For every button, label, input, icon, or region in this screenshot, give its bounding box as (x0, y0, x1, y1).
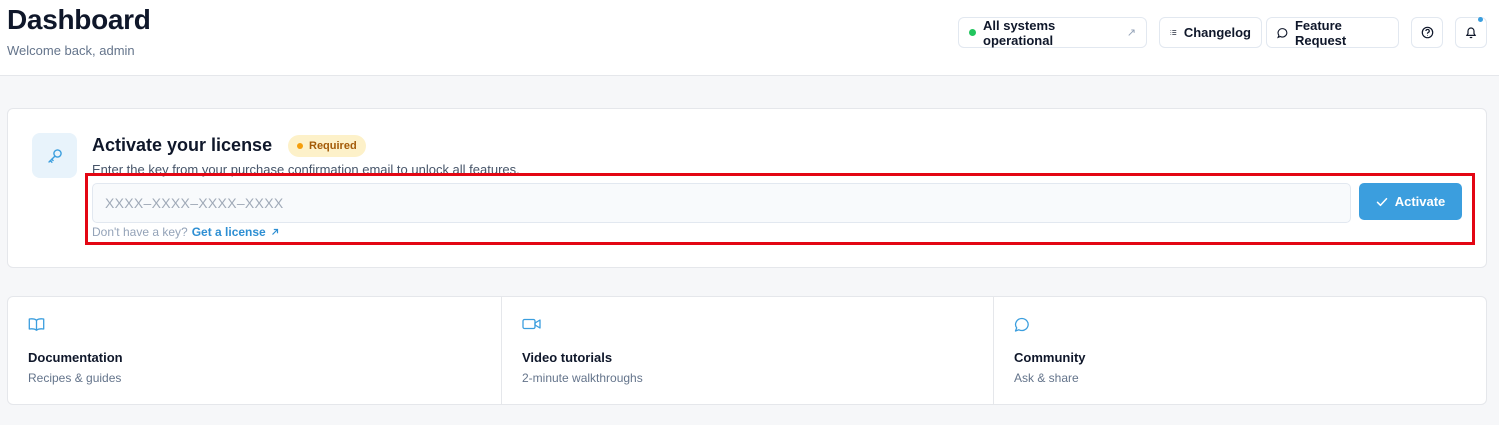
resource-title: Video tutorials (522, 350, 613, 365)
required-badge: Required (288, 135, 366, 157)
get-license-label: Get a license (191, 225, 266, 239)
help-button[interactable] (1411, 17, 1443, 48)
resource-community[interactable]: Community Ask & share (994, 297, 1486, 404)
notifications-button[interactable] (1455, 17, 1487, 48)
activate-button-label: Activate (1394, 194, 1446, 209)
license-key-input[interactable] (92, 183, 1351, 223)
required-badge-label: Required (309, 140, 357, 152)
resource-video-tutorials[interactable]: Video tutorials 2-minute walkthroughs (502, 297, 994, 404)
resources-card: Documentation Recipes & guides Video tut… (7, 296, 1487, 405)
resource-subtitle: 2-minute walkthroughs (522, 371, 643, 385)
external-link-icon (271, 228, 278, 235)
book-icon (28, 318, 45, 331)
list-icon (1170, 30, 1177, 35)
chat-bubble-icon (1277, 27, 1288, 38)
feature-request-button[interactable]: Feature Request (1266, 17, 1399, 48)
activate-button[interactable]: Activate (1359, 183, 1462, 220)
resource-documentation[interactable]: Documentation Recipes & guides (8, 297, 502, 404)
license-card: Activate your license Required Enter the… (7, 108, 1487, 268)
key-tile (32, 133, 77, 178)
notification-dot-icon (1478, 17, 1483, 22)
question-circle-icon (1421, 26, 1433, 39)
page-subtitle: Welcome back, admin (7, 43, 135, 58)
license-card-title: Activate your license (92, 135, 273, 155)
no-key-text: Don't have a key? (92, 225, 188, 239)
page-title: Dashboard (7, 4, 151, 35)
resource-title: Documentation (28, 350, 123, 365)
resource-subtitle: Ask & share (1014, 371, 1079, 385)
system-status-label: All systems operational (983, 17, 1056, 48)
resource-subtitle: Recipes & guides (28, 371, 122, 385)
license-card-description: Enter the key from your purchase confirm… (92, 162, 520, 177)
get-license-row: Don't have a key? Get a license (92, 225, 279, 239)
changelog-button[interactable]: Changelog (1159, 17, 1262, 48)
bell-icon (1465, 27, 1477, 39)
check-icon (1376, 197, 1387, 206)
external-link-icon: ↗ (1126, 27, 1136, 39)
required-dot-icon (297, 143, 303, 149)
status-dot-icon (969, 29, 976, 36)
changelog-label: Changelog (1183, 25, 1251, 40)
feature-request-label: Feature Request (1294, 17, 1347, 48)
video-icon (522, 318, 541, 330)
resource-title: Community (1014, 350, 1086, 365)
system-status-button[interactable]: All systems operational ↗ (958, 17, 1147, 48)
get-license-link[interactable]: Get a license (192, 225, 279, 239)
top-header: Dashboard Welcome back, admin All system… (0, 0, 1499, 76)
chat-bubble-icon (1014, 317, 1029, 332)
key-icon (47, 148, 62, 163)
